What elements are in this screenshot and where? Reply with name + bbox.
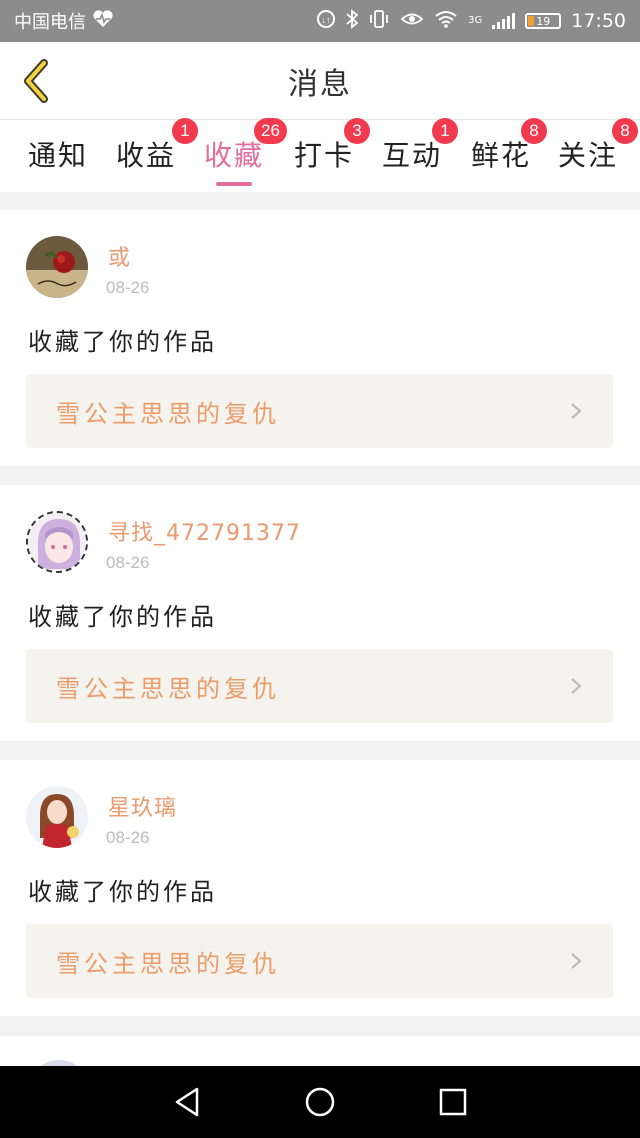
tab-flowers[interactable]: 鲜花 8: [471, 118, 547, 184]
heart-pulse-icon: [92, 10, 114, 32]
work-title: 雪公主思思的复仇: [56, 674, 280, 703]
page-title: 消息: [288, 66, 352, 102]
avatar[interactable]: [26, 236, 88, 298]
unread-badge: 8: [612, 118, 638, 144]
unread-badge: 1: [432, 118, 458, 144]
avatar[interactable]: [26, 786, 88, 848]
tab-label: 鲜花: [471, 139, 532, 172]
work-title: 雪公主思思的复仇: [56, 399, 280, 428]
data-saver-icon: ↓↑: [316, 9, 336, 33]
work-link[interactable]: 雪公主思思的复仇: [26, 649, 613, 723]
tab-interaction[interactable]: 互动 1: [382, 118, 458, 184]
username[interactable]: 或: [108, 240, 131, 272]
message-date: 08-26: [106, 553, 150, 572]
message-date: 08-26: [106, 278, 150, 297]
battery-level: 19: [536, 14, 551, 28]
username[interactable]: 星玖璃: [108, 790, 177, 822]
vibrate-icon: [368, 9, 390, 33]
message-card: 星玖璃 08-26 收藏了你的作品 雪公主思思的复仇: [0, 760, 640, 1016]
chevron-left-icon: [24, 59, 48, 103]
status-bar: 中国电信 ↓↑ 3G 19 17:50: [0, 0, 640, 42]
unread-badge: 1: [172, 118, 198, 144]
tab-notice[interactable]: 通知: [28, 134, 88, 184]
message-card: 寻找_472791377 08-26 收藏了你的作品 雪公主思思的复仇: [0, 485, 640, 741]
chevron-right-icon: [571, 403, 582, 419]
nav-home-button[interactable]: [290, 1072, 350, 1132]
nav-recents-button[interactable]: [423, 1072, 483, 1132]
back-button[interactable]: [14, 56, 58, 106]
tab-follow[interactable]: 关注 8: [558, 118, 638, 184]
tab-label: 关注: [558, 139, 619, 172]
nav-back-button[interactable]: [157, 1072, 217, 1132]
eye-comfort-icon: [400, 10, 424, 32]
chevron-right-icon: [571, 953, 582, 969]
circle-home-icon: [305, 1087, 335, 1117]
avatar[interactable]: [26, 511, 88, 573]
square-recents-icon: [440, 1088, 467, 1116]
battery-icon: 19: [525, 13, 562, 29]
active-tab-indicator: [216, 182, 252, 186]
message-date: 08-26: [106, 828, 150, 847]
status-right: ↓↑ 3G 19 17:50: [316, 9, 626, 33]
action-text: 收藏了你的作品: [28, 328, 217, 356]
tab-favorites[interactable]: 收藏 26: [204, 118, 287, 186]
header: 消息: [0, 42, 640, 120]
message-card: 或 08-26 收藏了你的作品 雪公主思思的复仇: [0, 210, 640, 466]
wifi-icon: [434, 10, 458, 32]
triangle-back-icon: [175, 1087, 198, 1117]
tab-income[interactable]: 收益 1: [116, 118, 198, 184]
work-link[interactable]: 雪公主思思的复仇: [26, 924, 613, 998]
username[interactable]: 寻找_472791377: [108, 515, 301, 547]
chevron-right-icon: [571, 678, 582, 694]
network-type-label: 3G: [468, 15, 483, 26]
carrier-label: 中国电信: [14, 12, 86, 33]
clock: 17:50: [571, 10, 626, 32]
action-text: 收藏了你的作品: [28, 878, 217, 906]
svg-text:↓↑: ↓↑: [322, 15, 331, 25]
tab-label: 打卡: [294, 139, 355, 172]
status-left: 中国电信: [14, 8, 114, 34]
tab-label: 收益: [116, 139, 177, 172]
work-link[interactable]: 雪公主思思的复仇: [26, 374, 613, 448]
bluetooth-icon: [346, 9, 359, 33]
tab-checkin[interactable]: 打卡 3: [294, 118, 370, 184]
tab-label: 互动: [382, 139, 443, 172]
unread-badge: 3: [344, 118, 370, 144]
unread-badge: 26: [254, 118, 287, 144]
work-title: 雪公主思思的复仇: [56, 949, 280, 978]
tab-label: 收藏: [204, 139, 265, 172]
system-nav-bar: [0, 1066, 640, 1138]
signal-icon: [492, 13, 516, 29]
unread-badge: 8: [521, 118, 547, 144]
action-text: 收藏了你的作品: [28, 603, 217, 631]
tab-bar: 通知 收益 1 收藏 26 打卡 3 互动 1 鲜花 8 关注 8: [0, 118, 640, 192]
tab-label: 通知: [28, 139, 89, 172]
